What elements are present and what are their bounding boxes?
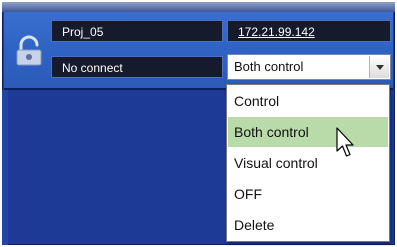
lock-icon[interactable] bbox=[12, 34, 46, 68]
control-mode-value: Both control bbox=[234, 59, 304, 74]
option-delete[interactable]: Delete bbox=[228, 210, 388, 240]
projector-name-field[interactable]: Proj_05 bbox=[51, 20, 223, 42]
option-control[interactable]: Control bbox=[228, 86, 388, 116]
ip-address-link[interactable]: 172.21.99.142 bbox=[227, 20, 391, 42]
option-both-control[interactable]: Both control bbox=[228, 117, 388, 147]
option-off[interactable]: OFF bbox=[228, 179, 388, 209]
chevron-down-icon[interactable] bbox=[369, 56, 389, 78]
control-mode-dropdown: Control Both control Visual control OFF … bbox=[226, 84, 390, 242]
connection-status: No connect bbox=[51, 56, 223, 78]
option-visual-control[interactable]: Visual control bbox=[228, 148, 388, 178]
side-strip bbox=[2, 90, 8, 245]
mouse-cursor-icon bbox=[336, 127, 354, 157]
top-strip bbox=[2, 2, 395, 12]
control-mode-select[interactable]: Both control bbox=[227, 54, 391, 80]
